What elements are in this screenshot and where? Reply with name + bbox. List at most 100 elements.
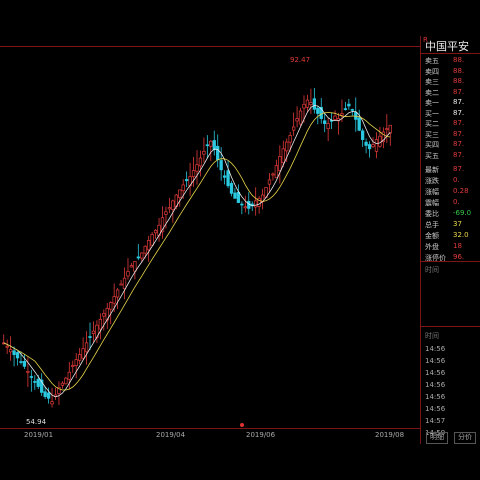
candle-body (364, 141, 368, 146)
quote-panel: R 中国平安 卖五 88. 卖四 88. 卖三 88. 卖二 87. 卖一 87. 买一 87. 买二 8… (420, 36, 480, 444)
tick-time: 14:56 (425, 369, 446, 377)
quote-label: 委比 (425, 210, 439, 218)
candle-body (167, 207, 172, 210)
quote-value: -69.0 (453, 209, 472, 217)
candle-body (71, 365, 75, 367)
candle-body (378, 135, 382, 147)
stock-name: 中国平安 (425, 40, 469, 53)
candle-body (33, 381, 37, 383)
tick-time: 14:57 (425, 417, 446, 425)
candle-body (29, 376, 33, 378)
quote-row: 金额 32.0 (421, 231, 480, 241)
candle-body (60, 382, 65, 386)
quote-row: 总手 37 (421, 220, 480, 230)
candle-body (74, 359, 78, 366)
candle-body (367, 144, 372, 150)
candle-body (281, 148, 285, 164)
candle-body (326, 123, 330, 130)
candle-body (333, 115, 337, 120)
tick-row: 14:57 (421, 417, 480, 427)
tick-time: 14:56 (425, 381, 446, 389)
quote-label: 总手 (425, 221, 439, 229)
quote-row: 震幅 0. (421, 198, 480, 208)
candle-body (78, 354, 82, 361)
candle-body (191, 170, 196, 177)
order-book-price: 87. (453, 87, 465, 96)
time-header: 时间 (425, 266, 439, 274)
candle-body (178, 189, 182, 198)
candle-body (205, 144, 210, 147)
candle-body (164, 211, 168, 215)
quote-label: 震幅 (425, 199, 439, 207)
candle-body (12, 350, 16, 355)
order-book-label: 买四 (425, 141, 439, 149)
candle-body (361, 130, 365, 140)
tick-row: 14:56 (421, 345, 480, 355)
candle-body (122, 277, 127, 290)
candle-body (347, 103, 351, 107)
candle-body (229, 183, 234, 194)
quote-value: 18 (453, 242, 462, 250)
x-tick-label: 2019/04 (156, 431, 186, 439)
candle-body (343, 108, 348, 110)
tick-row: 14:56 (421, 369, 480, 379)
tab-detail[interactable]: 明细 (426, 432, 448, 444)
tick-row: 14:56 (421, 381, 480, 391)
candle-body (119, 283, 123, 286)
order-book-label: 买一 (425, 109, 439, 118)
candle-body (184, 179, 189, 182)
low-price-label: 54.94 (26, 418, 47, 426)
order-book-label: 卖五 (425, 57, 439, 65)
x-tick-label: 2019/08 (375, 431, 405, 439)
candle-body (243, 206, 247, 209)
ma5-line (3, 105, 391, 398)
event-marker-icon[interactable] (240, 423, 244, 427)
order-book-row: 买四 87. (421, 140, 480, 150)
candle-body (140, 252, 144, 259)
candlestick-plot[interactable] (0, 0, 420, 444)
candle-body (385, 128, 389, 131)
candle-body (84, 342, 89, 353)
candle-body (198, 157, 203, 167)
order-book-price: 87. (453, 98, 465, 106)
quote-label: 外盘 (425, 243, 439, 251)
candle-body (26, 371, 30, 373)
kline-chart[interactable]: 92.47 54.94 2019/01 2019/04 2019/06 2019… (0, 0, 420, 444)
x-tick-label: 2019/06 (246, 431, 276, 439)
candle-body (50, 401, 54, 405)
x-axis (0, 428, 420, 429)
candle-body (267, 179, 272, 185)
high-price-label: 92.47 (290, 56, 311, 64)
candle-body (305, 99, 310, 108)
candle-body (274, 165, 279, 179)
tab-price-distribution[interactable]: 分价 (454, 432, 476, 444)
candle-body (150, 234, 154, 246)
order-book-label: 卖一 (425, 99, 439, 107)
detail-tabs: 明细 分价 (426, 432, 478, 444)
tick-time: 14:56 (425, 393, 446, 401)
candle-body (19, 361, 23, 363)
order-book-label: 买五 (425, 151, 439, 160)
candle-body (340, 113, 344, 116)
candle-body (202, 150, 206, 155)
quote-value: 96. (453, 253, 465, 261)
tick-row: 14:56 (421, 357, 480, 367)
candle-body (222, 175, 227, 178)
tick-time: 14:56 (425, 345, 446, 353)
candle-body (219, 160, 223, 171)
order-book-label: 卖二 (425, 88, 439, 97)
candle-body (5, 345, 9, 348)
order-book-row: 买五 87. (421, 151, 480, 161)
quote-row: 外盘 18 (421, 242, 480, 252)
candle-body (278, 156, 282, 171)
candle-body (288, 135, 292, 143)
candle-body (126, 271, 130, 277)
order-book-row: 卖五 88. (421, 56, 480, 66)
candle-body (36, 378, 40, 387)
quote-value: 0.28 (453, 187, 469, 195)
candle-body (153, 229, 158, 234)
candle-body (309, 102, 313, 106)
candle-body (67, 371, 71, 380)
order-book-price: 87. (453, 119, 465, 127)
candle-body (240, 203, 244, 206)
